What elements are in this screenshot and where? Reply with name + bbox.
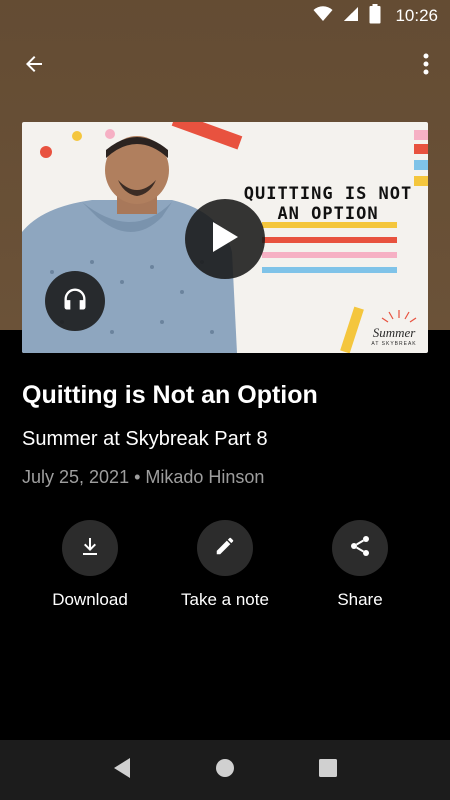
take-note-label: Take a note xyxy=(181,590,269,609)
app-bar xyxy=(0,36,450,94)
action-row: Download Take a note Share xyxy=(0,520,450,620)
date-speaker: July 25, 2021 • Mikado Hinson xyxy=(22,467,265,487)
brand-subtitle: AT SKYBREAK xyxy=(371,341,417,347)
status-time: 10:26 xyxy=(395,6,438,25)
system-nav-bar xyxy=(0,740,450,800)
arrow-back-icon xyxy=(22,52,46,81)
audio-button[interactable] xyxy=(45,271,105,331)
series-name: Summer at Skybreak Part 8 xyxy=(22,428,268,450)
headphones-icon xyxy=(61,285,89,318)
download-label: Download xyxy=(52,590,128,609)
back-button[interactable] xyxy=(16,48,52,84)
nav-back-icon xyxy=(112,757,132,784)
thumbnail-title: QUITTING IS NOT AN OPTION xyxy=(243,184,413,224)
wifi-icon xyxy=(313,5,333,27)
play-icon xyxy=(210,220,240,259)
share-circle[interactable] xyxy=(332,520,388,576)
brand-logo: Summer AT SKYBREAK xyxy=(366,323,422,347)
cell-signal-icon xyxy=(343,6,359,27)
nav-home-icon xyxy=(215,758,235,783)
share-icon xyxy=(348,534,372,563)
brand-name: Summer xyxy=(372,325,416,340)
share-label: Share xyxy=(337,590,383,609)
nav-recents-icon xyxy=(318,758,338,783)
take-note-circle[interactable] xyxy=(197,520,253,576)
download-circle[interactable] xyxy=(62,520,118,576)
play-button[interactable] xyxy=(185,199,265,279)
more-options-button[interactable] xyxy=(414,48,438,84)
download-icon xyxy=(78,534,102,563)
more-vert-icon xyxy=(423,52,429,81)
download-button[interactable]: Download xyxy=(25,520,155,610)
nav-home-button[interactable] xyxy=(201,746,249,794)
sermon-title: Quitting is Not an Option xyxy=(22,381,318,409)
nav-recents-button[interactable] xyxy=(304,746,352,794)
nav-back-button[interactable] xyxy=(98,746,146,794)
pencil-icon xyxy=(214,535,236,562)
take-note-button[interactable]: Take a note xyxy=(160,520,290,610)
battery-icon xyxy=(369,3,381,29)
status-bar: 10:26 xyxy=(0,0,450,32)
share-button[interactable]: Share xyxy=(295,520,425,610)
